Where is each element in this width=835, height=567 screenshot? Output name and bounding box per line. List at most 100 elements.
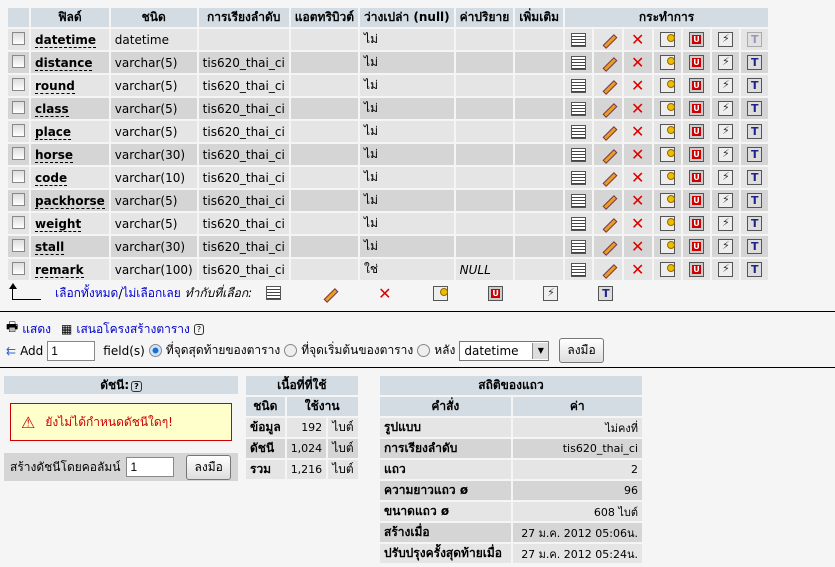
fulltext-icon[interactable] <box>747 239 763 254</box>
at-beginning-radio[interactable] <box>284 344 298 357</box>
drop-icon[interactable] <box>630 76 646 95</box>
row-checkbox[interactable] <box>12 146 25 160</box>
create-index-go-button[interactable]: ลงมือ <box>186 454 231 480</box>
edit-icon[interactable] <box>600 193 616 209</box>
unique-icon[interactable] <box>689 193 705 208</box>
bulk-unique-icon[interactable] <box>488 285 504 301</box>
drop-icon[interactable] <box>630 214 646 233</box>
drop-icon[interactable] <box>630 168 646 187</box>
unique-icon[interactable] <box>689 55 705 70</box>
bulk-browse-icon[interactable] <box>266 285 282 300</box>
field-name[interactable]: place <box>35 124 72 140</box>
edit-icon[interactable] <box>600 32 616 48</box>
drop-icon[interactable] <box>630 99 646 118</box>
primary-key-icon[interactable] <box>660 78 676 93</box>
field-name[interactable]: stall <box>35 239 65 255</box>
uncheck-all-link[interactable]: ไม่เลือกเลย <box>122 284 180 303</box>
drop-icon[interactable] <box>630 145 646 164</box>
index-columns-input[interactable] <box>126 457 175 477</box>
primary-key-icon[interactable] <box>660 124 676 139</box>
fulltext-icon[interactable] <box>747 32 763 47</box>
bulk-drop-icon[interactable] <box>377 284 393 303</box>
fulltext-icon[interactable] <box>747 124 763 139</box>
primary-key-icon[interactable] <box>660 170 676 185</box>
primary-key-icon[interactable] <box>660 216 676 231</box>
fulltext-icon[interactable] <box>747 216 763 231</box>
fulltext-icon[interactable] <box>747 55 763 70</box>
fulltext-icon[interactable] <box>747 78 763 93</box>
bulk-primary-key-icon[interactable] <box>433 285 449 301</box>
field-name[interactable]: horse <box>35 147 73 163</box>
browse-icon[interactable] <box>571 78 587 93</box>
row-checkbox[interactable] <box>12 123 25 137</box>
primary-key-icon[interactable] <box>660 101 676 116</box>
index-icon[interactable] <box>718 32 734 47</box>
edit-icon[interactable] <box>600 216 616 232</box>
field-name[interactable]: datetime <box>35 32 97 48</box>
edit-icon[interactable] <box>600 262 616 278</box>
unique-icon[interactable] <box>689 124 705 139</box>
row-checkbox[interactable] <box>12 77 25 91</box>
unique-icon[interactable] <box>689 239 705 254</box>
index-icon[interactable] <box>718 216 734 231</box>
browse-icon[interactable] <box>571 170 587 185</box>
drop-icon[interactable] <box>630 122 646 141</box>
browse-icon[interactable] <box>571 193 587 208</box>
field-name[interactable]: packhorse <box>35 193 105 209</box>
field-name[interactable]: distance <box>35 55 93 71</box>
browse-icon[interactable] <box>571 124 587 139</box>
fulltext-icon[interactable] <box>747 147 763 162</box>
print-view-link[interactable]: แสดง <box>22 320 51 339</box>
field-name[interactable]: weight <box>35 216 82 232</box>
unique-icon[interactable] <box>689 216 705 231</box>
index-icon[interactable] <box>718 239 734 254</box>
browse-icon[interactable] <box>571 32 587 47</box>
fulltext-icon[interactable] <box>747 262 763 277</box>
row-checkbox[interactable] <box>12 192 25 206</box>
edit-icon[interactable] <box>600 101 616 117</box>
primary-key-icon[interactable] <box>660 262 676 277</box>
unique-icon[interactable] <box>689 170 705 185</box>
browse-icon[interactable] <box>571 147 587 162</box>
browse-icon[interactable] <box>571 216 587 231</box>
index-icon[interactable] <box>718 193 734 208</box>
primary-key-icon[interactable] <box>660 55 676 70</box>
fulltext-icon[interactable] <box>747 101 763 116</box>
field-name[interactable]: class <box>35 101 69 117</box>
unique-icon[interactable] <box>689 147 705 162</box>
fulltext-icon[interactable] <box>747 170 763 185</box>
drop-icon[interactable] <box>630 53 646 72</box>
edit-icon[interactable] <box>600 55 616 71</box>
after-radio[interactable] <box>417 344 431 357</box>
browse-icon[interactable] <box>571 262 587 277</box>
help-icon[interactable]: ? <box>131 381 142 392</box>
edit-icon[interactable] <box>600 239 616 255</box>
browse-icon[interactable] <box>571 101 587 116</box>
after-field-select[interactable]: datetime ▼ <box>459 340 550 361</box>
field-name[interactable]: round <box>35 78 75 94</box>
row-checkbox[interactable] <box>12 169 25 183</box>
drop-icon[interactable] <box>630 260 646 279</box>
primary-key-icon[interactable] <box>660 32 676 47</box>
primary-key-icon[interactable] <box>660 193 676 208</box>
index-icon[interactable] <box>718 262 734 277</box>
index-icon[interactable] <box>718 170 734 185</box>
row-checkbox[interactable] <box>12 31 25 45</box>
browse-icon[interactable] <box>571 239 587 254</box>
fulltext-icon[interactable] <box>747 193 763 208</box>
row-checkbox[interactable] <box>12 100 25 114</box>
edit-icon[interactable] <box>600 78 616 94</box>
index-icon[interactable] <box>718 78 734 93</box>
bulk-edit-icon[interactable] <box>321 286 337 302</box>
unique-icon[interactable] <box>689 78 705 93</box>
check-all-link[interactable]: เลือกทั้งหมด <box>55 284 118 303</box>
row-checkbox[interactable] <box>12 261 25 275</box>
index-icon[interactable] <box>718 101 734 116</box>
propose-structure-link[interactable]: เสนอโครงสร้างตาราง <box>76 320 190 339</box>
browse-icon[interactable] <box>571 55 587 70</box>
unique-icon[interactable] <box>689 262 705 277</box>
drop-icon[interactable] <box>630 30 646 49</box>
bulk-index-icon[interactable] <box>543 285 559 301</box>
field-name[interactable]: code <box>35 170 68 186</box>
drop-icon[interactable] <box>630 237 646 256</box>
